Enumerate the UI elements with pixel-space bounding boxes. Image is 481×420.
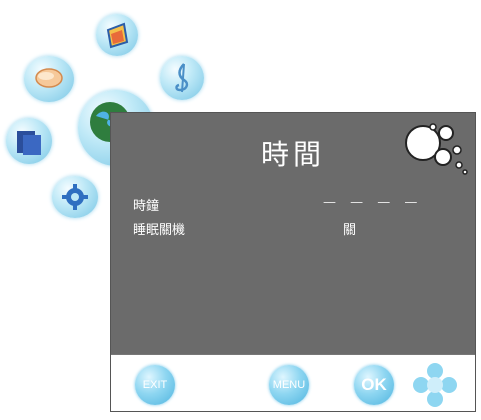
setup-icon bbox=[62, 184, 88, 210]
chat-icon bbox=[35, 68, 63, 88]
picture-menu-icon[interactable] bbox=[96, 14, 138, 56]
clock-value: — — — — bbox=[323, 195, 423, 210]
setup-menu-icon[interactable] bbox=[52, 176, 98, 218]
files-menu-icon[interactable] bbox=[6, 118, 52, 164]
sleep-timer-value: 關 bbox=[343, 223, 357, 238]
music-icon bbox=[175, 63, 189, 93]
clock-label: 時鐘 bbox=[133, 199, 160, 214]
panel-header: 時間 bbox=[111, 113, 475, 185]
picture-icon bbox=[106, 22, 129, 49]
menu-button[interactable]: MENU bbox=[269, 365, 309, 405]
direction-pad-icon[interactable] bbox=[411, 361, 459, 409]
exit-button[interactable]: EXIT bbox=[135, 365, 175, 405]
bubbles-decoration-icon bbox=[405, 123, 468, 175]
osd-panel: 時間 時鐘 — — — — 睡眠關機 關 EXIT MENU OK bbox=[110, 112, 476, 412]
files-icon bbox=[17, 131, 41, 155]
menu-item-sleep-timer[interactable]: 睡眠關機 關 bbox=[133, 217, 455, 239]
chat-menu-icon[interactable] bbox=[24, 56, 74, 102]
sleep-timer-label: 睡眠關機 bbox=[133, 223, 186, 238]
ok-button[interactable]: OK bbox=[354, 365, 394, 405]
osd-footer: EXIT MENU OK bbox=[111, 354, 475, 411]
music-menu-icon[interactable] bbox=[160, 56, 204, 100]
menu-item-clock[interactable]: 時鐘 — — — — bbox=[133, 193, 455, 215]
